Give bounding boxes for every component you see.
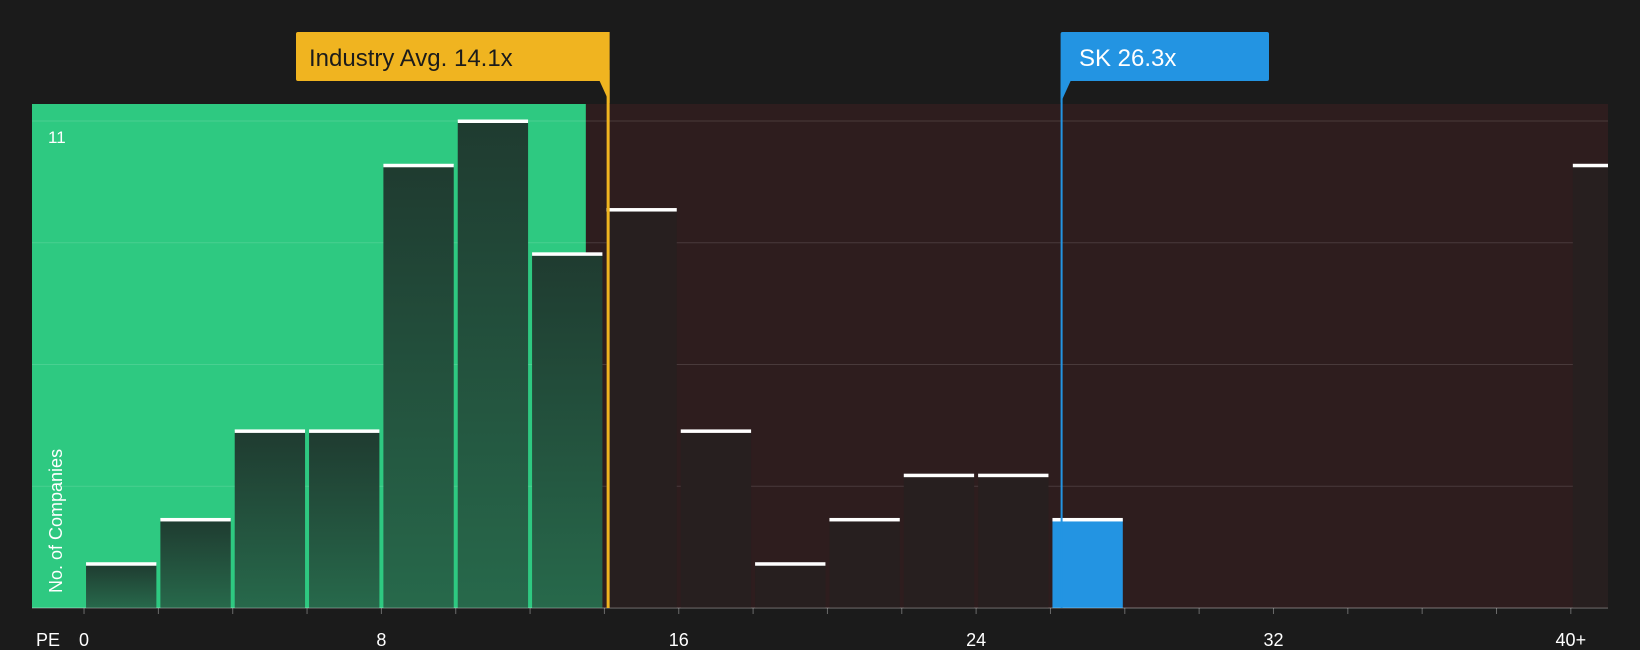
x-axis-title: PE: [36, 630, 60, 650]
bar-cap: [160, 517, 231, 522]
x-axis-ticks: 0 8 16 24 32 40+: [79, 608, 1586, 650]
bar-cap: [978, 473, 1049, 478]
bar-cap: [532, 252, 603, 256]
bar-cap: [680, 429, 752, 433]
histogram-bar: [1052, 519, 1123, 608]
bar-cap: [86, 562, 157, 566]
x-tick-label: 40+: [1556, 630, 1587, 650]
histogram-bar: [829, 519, 900, 608]
x-tick-label: 24: [966, 630, 986, 650]
histogram-bar: [680, 430, 752, 608]
bar-cap: [829, 517, 900, 522]
histogram-bar: [457, 121, 529, 608]
x-tick-label: 16: [669, 630, 689, 650]
bar-cap: [903, 473, 975, 478]
histogram-bar: [383, 165, 454, 609]
bar-cap: [309, 429, 380, 433]
y-axis-title: No. of Companies: [46, 449, 66, 593]
bar-cap: [755, 562, 826, 566]
company-pe-label: SK 26.3x: [1079, 45, 1176, 72]
histogram-bar: [978, 475, 1049, 608]
x-tick-label: 8: [376, 630, 386, 650]
bar-cap: [234, 429, 306, 433]
histogram-bar: [532, 253, 603, 608]
bar-cap: [457, 119, 529, 123]
x-tick-label: 32: [1263, 630, 1283, 650]
industry-average-label: Industry Avg. 14.1x: [309, 45, 513, 72]
bar-cap: [606, 208, 677, 212]
histogram-bar: [234, 430, 306, 608]
histogram-bar: [606, 209, 677, 608]
histogram-bar: [309, 430, 380, 608]
histogram-bar: [160, 519, 231, 608]
histogram-bar: [755, 563, 826, 608]
bar-cap: [1572, 163, 1608, 168]
histogram-bar: [1572, 165, 1608, 609]
bar-cap: [1052, 517, 1123, 522]
histogram-bar: [86, 563, 157, 608]
histogram-bar: [903, 475, 975, 608]
bar-cap: [383, 163, 454, 168]
pe-distribution-chart: 0 8 16 24 32 40+ PE No. of Companies 11 Indus…: [32, 32, 1608, 650]
x-tick-label: 0: [79, 630, 89, 650]
y-max-label: 11: [48, 128, 66, 147]
